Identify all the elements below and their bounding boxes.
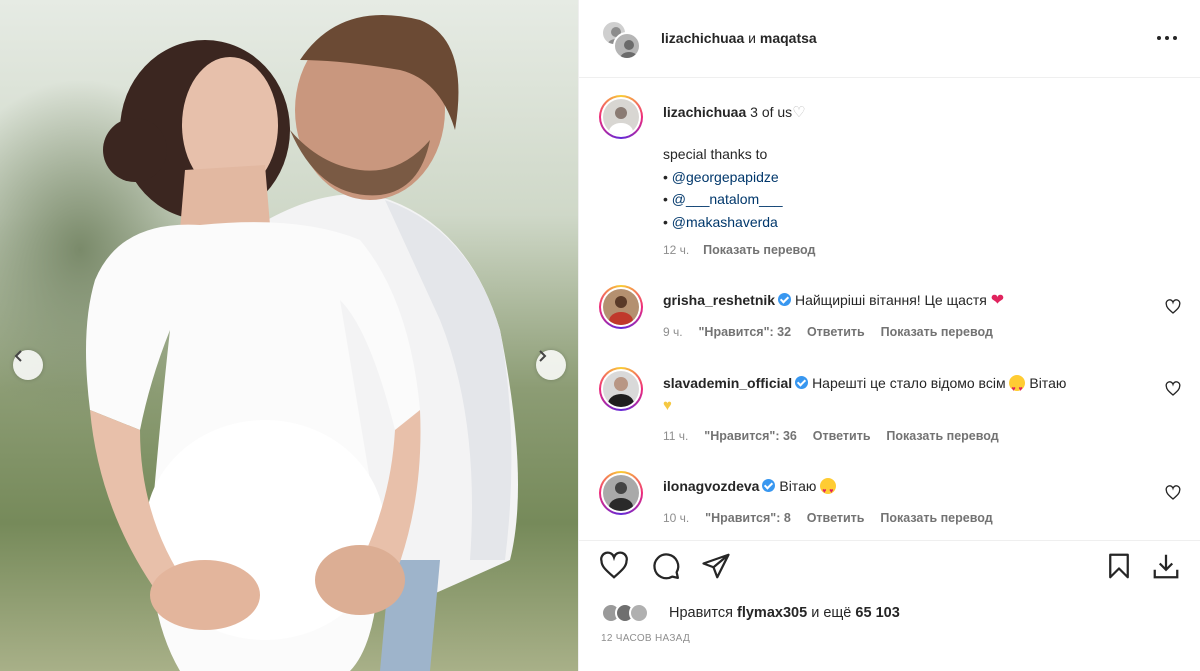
show-translation-button[interactable]: Показать перевод: [881, 325, 993, 339]
heart-outline-icon: [1165, 381, 1181, 396]
download-button[interactable]: [1151, 551, 1181, 581]
more-horizontal-icon: [1157, 36, 1177, 40]
heart-eyes-emoji-icon: ♥ ♥: [1009, 375, 1026, 393]
verified-badge-icon: [778, 293, 792, 306]
comment-text: Вітаю: [779, 478, 817, 494]
comment-likes[interactable]: "Нравится": 8: [705, 511, 791, 525]
comment-avatar[interactable]: [599, 471, 643, 515]
like-comment-button[interactable]: [1165, 381, 1181, 397]
heart-eyes-emoji-icon: ♥ ♥: [820, 478, 837, 495]
comment-text-2: Вітаю: [1029, 375, 1067, 391]
mention-link[interactable]: @makashaverda: [672, 214, 778, 230]
next-photo-button[interactable]: [536, 350, 566, 380]
person-icon: [620, 40, 638, 58]
chevron-left-icon: [14, 350, 22, 362]
verified-badge-icon: [762, 479, 776, 492]
avatar[interactable]: [629, 603, 649, 623]
caption-avatar[interactable]: [599, 95, 643, 139]
comment-time[interactable]: 11 ч.: [663, 429, 688, 443]
post-photo: [0, 0, 578, 671]
couple-photo-illustration: [86, 15, 518, 671]
chevron-right-icon: [539, 350, 547, 362]
comment-time[interactable]: 9 ч.: [663, 325, 683, 339]
previous-photo-button[interactable]: [13, 350, 43, 380]
download-icon: [1153, 554, 1179, 579]
post-header: lizachichuaa и maqatsa: [579, 0, 1200, 78]
header-username-2[interactable]: maqatsa: [760, 30, 817, 46]
red-heart-icon: ❤: [990, 292, 1005, 309]
comment-text: Нарешті це стало відомо всім: [812, 375, 1006, 391]
reply-button[interactable]: Ответить: [813, 429, 871, 443]
comment-likes[interactable]: "Нравится": 36: [704, 429, 797, 443]
show-translation-button[interactable]: Показать перевод: [703, 243, 815, 257]
person-icon: [609, 482, 633, 511]
likes-count[interactable]: 65 103: [855, 605, 899, 621]
caption-text: 3 of us: [750, 104, 793, 120]
person-icon: [609, 107, 633, 135]
comment-time[interactable]: 10 ч.: [663, 511, 689, 525]
like-comment-button[interactable]: [1165, 485, 1181, 501]
heart-outline-icon: [600, 551, 628, 579]
mention-link[interactable]: @___natalom___: [672, 191, 783, 207]
comment-likes[interactable]: "Нравится": 32: [698, 325, 791, 339]
show-translation-button[interactable]: Показать перевод: [880, 511, 992, 525]
liker-avatars: [601, 603, 671, 625]
heart-outline-icon: [1165, 299, 1181, 314]
post-timestamp[interactable]: 12 ЧАСОВ НАЗАД: [601, 633, 690, 644]
heart-outline-icon: [1165, 485, 1181, 500]
caption-line: special thanks to: [663, 146, 768, 162]
header-username-1[interactable]: lizachichuaa: [661, 30, 744, 46]
bookmark-icon: [1109, 553, 1129, 579]
paper-plane-icon: [702, 553, 730, 579]
post-actions: Нравится flymax305 и ещё 65 103 12 ЧАСОВ…: [579, 540, 1200, 671]
header-title: lizachichuaa и maqatsa: [661, 30, 817, 46]
verified-badge-icon: [795, 376, 809, 389]
save-button[interactable]: [1104, 551, 1134, 581]
comment-avatar[interactable]: [599, 367, 643, 411]
reply-button[interactable]: Ответить: [807, 325, 865, 339]
collab-avatar-2[interactable]: [613, 32, 641, 60]
caption-time[interactable]: 12 ч.: [663, 243, 689, 257]
comment-username[interactable]: slavademin_official: [663, 375, 792, 391]
comment-text: Найщиріші вітання! Це щастя: [794, 292, 987, 308]
more-options-button[interactable]: [1155, 30, 1179, 46]
comment-button[interactable]: [651, 551, 681, 581]
person-icon: [609, 296, 633, 325]
header-separator: и: [748, 30, 756, 46]
like-post-button[interactable]: [599, 551, 629, 581]
likes-summary: Нравится flymax305 и ещё 65 103: [669, 605, 900, 621]
comment-username[interactable]: grisha_reshetnik: [663, 292, 775, 308]
mention-link[interactable]: @georgepapidze: [672, 169, 779, 185]
comment-avatar[interactable]: [599, 285, 643, 329]
person-icon: [608, 377, 634, 407]
caption-username[interactable]: lizachichuaa: [663, 104, 746, 120]
like-comment-button[interactable]: [1165, 299, 1181, 315]
heart-hands-emoji-icon: ♥: [663, 397, 672, 414]
liker-username[interactable]: flymax305: [737, 605, 807, 621]
share-button[interactable]: [701, 551, 731, 581]
reply-button[interactable]: Ответить: [807, 511, 865, 525]
white-heart-icon: ♡: [792, 104, 806, 121]
comment-username[interactable]: ilonagvozdeva: [663, 478, 759, 494]
comment-bubble-icon: [653, 553, 680, 580]
post-details-panel: lizachichuaa и maqatsa lizachichuaa 3 of…: [578, 0, 1200, 671]
show-translation-button[interactable]: Показать перевод: [886, 429, 998, 443]
